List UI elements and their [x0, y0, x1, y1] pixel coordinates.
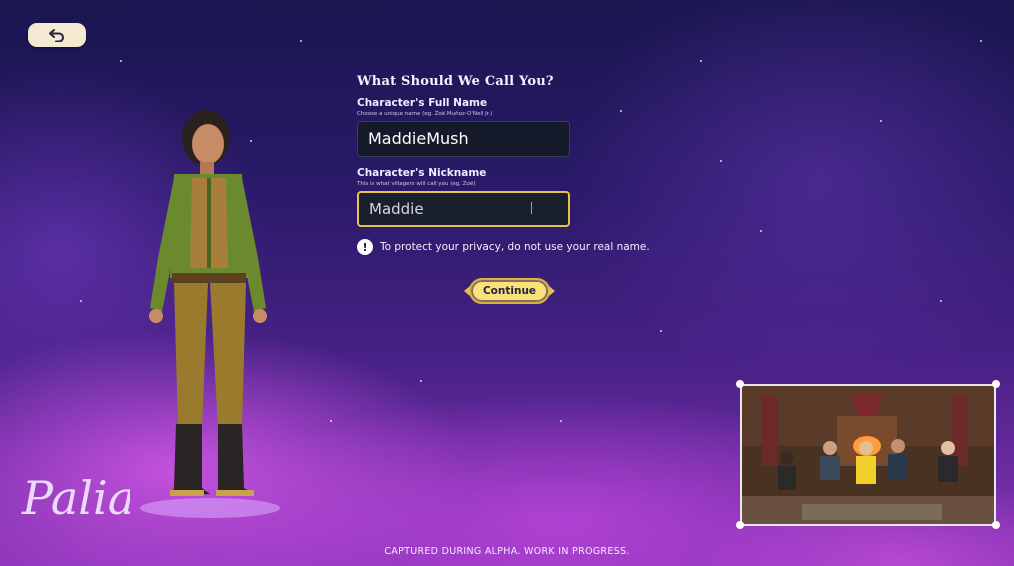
nickname-hint: This is what villagers will call you (eg… [357, 181, 476, 187]
privacy-notice-text: To protect your privacy, do not use your… [380, 241, 650, 253]
nickname-value: Maddie [369, 200, 424, 218]
nickname-input[interactable]: Maddie [357, 191, 570, 227]
palia-logo: Palia [20, 458, 135, 530]
webcam-overlay [740, 384, 996, 526]
continue-button-wrapper: Continue [464, 278, 555, 304]
full-name-input[interactable]: MaddieMush [357, 121, 570, 157]
name-form: What Should We Call You? Character's Ful… [357, 74, 677, 255]
webcam-corner-handle [992, 380, 1000, 388]
player-character-model [130, 108, 290, 528]
privacy-notice: ! To protect your privacy, do not use yo… [357, 239, 677, 255]
back-button[interactable] [28, 23, 86, 47]
webcam-corner-handle [992, 521, 1000, 529]
arrow-right-decoration-icon [549, 286, 555, 296]
exclamation-icon: ! [357, 239, 373, 255]
webcam-corner-handle [736, 380, 744, 388]
full-name-label: Character's Full Name [357, 97, 488, 109]
full-name-hint: Choose a unique name (eg. Zoë Muñoz-O'Ne… [357, 111, 493, 117]
continue-button[interactable]: Continue [469, 278, 550, 304]
alpha-disclaimer: CAPTURED DURING ALPHA. WORK IN PROGRESS. [384, 546, 630, 557]
webcam-corner-handle [736, 521, 744, 529]
undo-arrow-icon [49, 29, 64, 42]
text-cursor [531, 202, 532, 214]
form-title: What Should We Call You? [357, 74, 554, 89]
nickname-label: Character's Nickname [357, 167, 487, 179]
svg-text:Palia: Palia [21, 471, 130, 525]
